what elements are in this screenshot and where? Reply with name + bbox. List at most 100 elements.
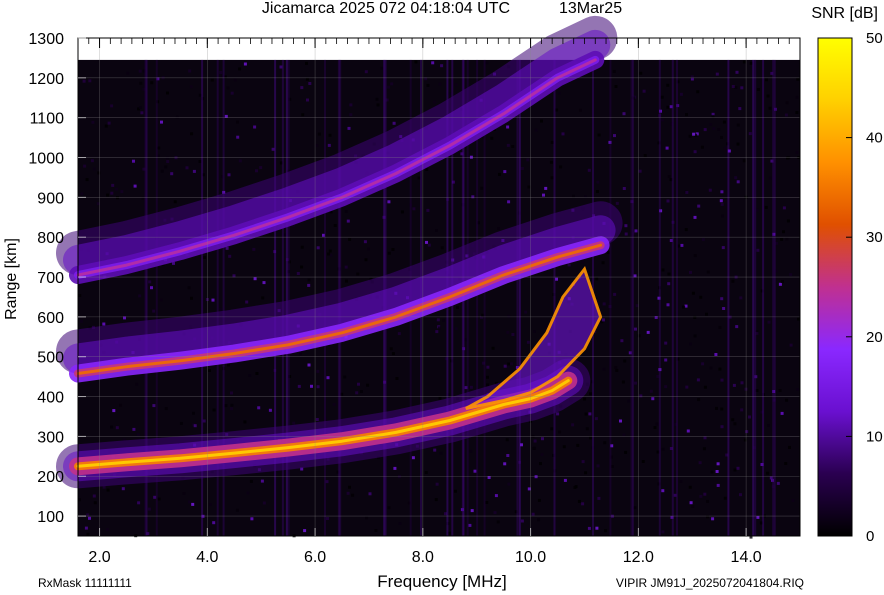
noise-cell — [92, 167, 96, 171]
noise-cell — [682, 305, 686, 309]
noise-cell — [587, 526, 591, 530]
streak — [752, 59, 755, 537]
noise-cell — [387, 200, 391, 204]
noise-cell — [720, 425, 724, 429]
noise-cell — [192, 169, 196, 173]
noise-cell — [511, 145, 515, 148]
noise-cell — [526, 340, 530, 344]
noise-cell — [550, 427, 554, 431]
noise-cell — [740, 381, 744, 385]
noise-cell — [731, 85, 735, 88]
noise-cell — [219, 71, 223, 74]
noise-cell — [348, 485, 351, 489]
x-tick-label: 4.0 — [196, 549, 218, 566]
noise-cell — [589, 436, 593, 440]
noise-cell — [315, 144, 319, 148]
noise-cell — [718, 325, 722, 329]
colorbar-tick-label: 50 — [866, 30, 883, 47]
noise-cell — [557, 91, 561, 95]
streak — [658, 59, 661, 537]
noise-cell — [230, 391, 233, 395]
noise-cell — [651, 397, 655, 401]
noise-cell — [440, 246, 444, 250]
noise-cell — [88, 79, 92, 83]
noise-cell — [709, 366, 713, 370]
noise-cell — [400, 210, 404, 214]
noise-cell — [453, 489, 457, 493]
noise-cell — [317, 132, 321, 136]
noise-cell — [578, 108, 582, 112]
noise-cell — [110, 191, 114, 195]
noise-cell — [480, 186, 484, 190]
noise-cell — [624, 450, 628, 454]
colorbar-tick-label: 20 — [866, 329, 883, 346]
noise-cell — [126, 71, 130, 75]
noise-cell — [490, 136, 494, 140]
noise-cell — [533, 446, 537, 450]
y-tick-label: 1100 — [30, 111, 65, 128]
noise-cell — [589, 392, 593, 396]
noise-cell — [507, 314, 511, 318]
noise-cell — [698, 461, 702, 465]
noise-cell — [638, 169, 642, 173]
noise-cell — [778, 389, 782, 392]
noise-cell — [646, 330, 650, 334]
noise-cell — [506, 454, 510, 457]
noise-cell — [249, 479, 253, 483]
noise-cell — [328, 249, 332, 253]
noise-cell — [520, 167, 524, 170]
noise-cell — [701, 362, 705, 366]
noise-cell — [718, 367, 722, 371]
noise-cell — [253, 125, 257, 129]
noise-cell — [562, 445, 566, 449]
noise-cell — [699, 295, 703, 299]
noise-cell — [703, 436, 707, 440]
noise-cell — [152, 404, 156, 408]
noise-cell — [689, 270, 692, 274]
noise-cell — [269, 232, 273, 236]
noise-cell — [366, 247, 370, 251]
noise-cell — [469, 449, 473, 453]
noise-cell — [392, 121, 396, 125]
noise-cell — [505, 438, 509, 442]
noise-cell — [160, 120, 163, 124]
noise-cell — [784, 113, 788, 117]
noise-cell — [435, 330, 439, 334]
noise-cell — [722, 120, 726, 124]
y-tick-label: 500 — [37, 350, 64, 367]
noise-cell — [686, 429, 690, 433]
noise-cell — [780, 280, 784, 283]
noise-cell — [344, 265, 348, 269]
noise-cell — [316, 369, 320, 373]
noise-cell — [627, 399, 631, 403]
noise-cell — [544, 324, 548, 328]
noise-cell — [520, 519, 524, 523]
noise-cell — [782, 230, 785, 234]
noise-cell — [393, 466, 397, 470]
noise-cell — [332, 402, 336, 406]
noise-cell — [766, 471, 770, 475]
noise-cell — [473, 469, 477, 473]
noise-cell — [653, 426, 657, 430]
noise-cell — [106, 528, 109, 531]
noise-cell — [557, 277, 561, 281]
noise-cell — [693, 334, 697, 338]
noise-cell — [164, 407, 168, 411]
noise-cell — [310, 384, 313, 388]
noise-cell — [567, 263, 571, 267]
noise-cell — [660, 118, 664, 122]
noise-cell — [717, 127, 721, 131]
noise-cell — [620, 339, 624, 343]
noise-cell — [307, 363, 311, 367]
noise-cell — [425, 240, 428, 244]
streak — [773, 59, 776, 537]
noise-cell — [121, 487, 125, 491]
noise-cell — [348, 237, 352, 241]
noise-cell — [597, 133, 601, 137]
noise-cell — [716, 462, 720, 466]
x-tick-label: 2.0 — [88, 549, 110, 566]
noise-cell — [731, 418, 735, 422]
noise-cell — [356, 272, 360, 276]
noise-cell — [679, 92, 683, 96]
noise-cell — [550, 140, 554, 144]
